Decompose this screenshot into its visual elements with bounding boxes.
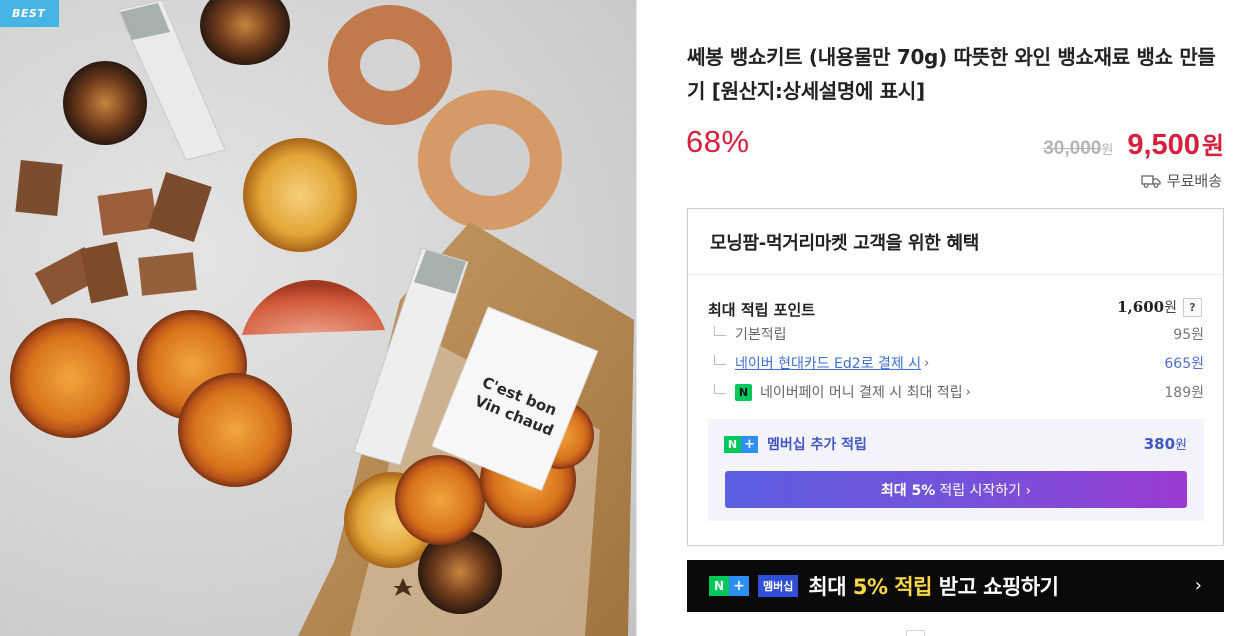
original-price: 30,000 [1043,138,1102,159]
naver-plus-icon: N + [709,576,749,596]
product-photo: C'est bon Vin chaud [10,0,634,636]
card-benefit-link[interactable]: 네이버 현대카드 Ed2로 결제 시 [735,353,921,373]
chevron-right-icon: › [1194,575,1202,596]
sale-price: 9,500 [1127,129,1200,161]
max-point-label: 최대 적립 포인트 [708,301,816,319]
membership-value: 380원 [1143,435,1187,453]
max-point-value: 1,600원 [1117,297,1177,317]
help-icon[interactable]: ? [1183,298,1202,317]
truck-icon [1141,174,1161,188]
benefit-box: 모닝팜-먹거리마켓 고객을 위한 혜택 최대 적립 포인트 1,600원 ? 기… [687,208,1224,546]
max-point-number: 1,600 [1117,298,1165,316]
shipping-label: 무료배송 [1166,172,1222,190]
product-image[interactable]: BEST C'est bon Vin chaud [0,0,636,636]
point-row-value: 189원 [1164,385,1204,401]
tree-branch-icon [714,384,726,394]
membership-button-text: 적립 시작하기 › [939,482,1032,499]
membership-banner[interactable]: N + 멤버십 최대 5% 적립 받고 쇼핑하기 › [687,560,1224,612]
shipping-info: 무료배송 [1141,170,1222,191]
membership-label-row: N + 멤버십 추가 적립 [724,434,867,454]
point-row-value: 95원 [1173,327,1204,343]
npay-benefit-link[interactable]: 네이버페이 머니 결제 시 최대 적립 [760,382,963,402]
membership-tag: 멤버십 [758,575,799,597]
max-point-unit: 원 [1164,300,1177,316]
membership-button-bold: 최대 5% [880,482,936,499]
point-row-label: 기본적립 [735,327,787,343]
discount-rate: 68% [686,124,750,159]
naverpay-money-icon: N [735,383,752,401]
membership-panel: N + 멤버십 추가 적립 380원 최대 5% 적립 시작하기 › [708,419,1204,521]
sale-price-unit: 원 [1201,132,1224,160]
tree-branch-icon [714,355,726,365]
membership-label: 멤버십 추가 적립 [767,437,867,453]
pane-divider [636,0,637,636]
naver-plus-icon: N + [724,435,758,453]
tree-branch-icon [714,326,726,336]
point-row-value: 665원 [1164,356,1204,372]
original-price-unit: 원 [1101,143,1114,158]
bottom-control-edge [906,630,925,636]
point-row-npay[interactable]: N 네이버페이 머니 결제 시 최대 적립 › 189원 [714,381,1204,403]
membership-start-button[interactable]: 최대 5% 적립 시작하기 › [725,471,1187,508]
point-row-basic: 기본적립 95원 [714,323,1204,345]
chevron-right-icon: › [924,355,930,371]
chevron-right-icon: › [965,384,971,400]
price-row: 30,000 원 9,500 원 [1043,126,1224,162]
banner-text: 최대 5% 적립 받고 쇼핑하기 [808,575,1059,599]
product-title: 쎄봉 뱅쇼키트 (내용물만 70g) 따뜻한 와인 뱅쇼재료 뱅쇼 만들기 [원… [687,45,1216,103]
benefit-heading: 모닝팜-먹거리마켓 고객을 위한 혜택 [688,209,1223,275]
point-row-card[interactable]: 네이버 현대카드 Ed2로 결제 시 › 665원 [714,352,1204,374]
best-badge: BEST [0,0,59,27]
